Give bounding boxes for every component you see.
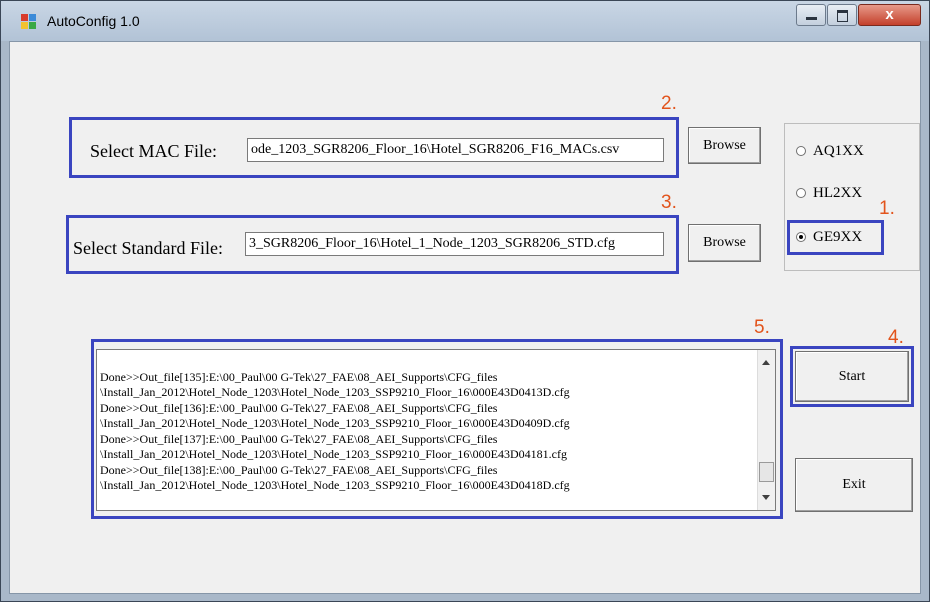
scroll-up-arrow-icon[interactable] — [762, 360, 770, 365]
minimize-button[interactable] — [796, 4, 826, 26]
radio-dot-ge9xx — [796, 232, 806, 242]
log-scrollbar[interactable] — [757, 350, 775, 510]
radio-dot-aq1xx — [796, 146, 806, 156]
log-text: Done>>Out_file[135]:E:\00_Paul\00 G-Tek\… — [100, 354, 750, 494]
scroll-thumb[interactable] — [759, 462, 774, 482]
log-line: \Install_Jan_2012\Hotel_Node_1203\Hotel_… — [100, 478, 570, 492]
window-title: AutoConfig 1.0 — [47, 13, 140, 29]
app-window: AutoConfig 1.0 x 2. Select MAC File: ode… — [0, 0, 930, 602]
radio-aq1xx[interactable]: AQ1XX — [796, 143, 864, 160]
annotation-5: 5. — [754, 317, 770, 338]
log-line: Done>>Out_file[137]:E:\00_Paul\00 G-Tek\… — [100, 431, 498, 446]
maximize-button[interactable] — [827, 4, 857, 26]
radio-dot-hl2xx — [796, 188, 806, 198]
radio-ge9xx[interactable]: GE9XX — [796, 229, 862, 246]
log-line: \Install_Jan_2012\Hotel_Node_1203\Hotel_… — [100, 447, 567, 461]
radio-hl2xx[interactable]: HL2XX — [796, 185, 862, 202]
close-button[interactable]: x — [858, 4, 921, 26]
mac-browse-button[interactable]: Browse — [688, 127, 761, 164]
mac-file-input[interactable]: ode_1203_SGR8206_Floor_16\Hotel_SGR8206_… — [247, 138, 664, 162]
standard-file-input[interactable]: 3_SGR8206_Floor_16\Hotel_1_Node_1203_SGR… — [245, 232, 664, 256]
annotation-1: 1. — [879, 198, 895, 219]
scroll-down-arrow-icon[interactable] — [762, 495, 770, 500]
start-button[interactable]: Start — [795, 351, 909, 402]
log-line: \Install_Jan_2012\Hotel_Node_1203\Hotel_… — [100, 385, 570, 399]
annotation-3: 3. — [661, 192, 677, 213]
log-line: Done>>Out_file[135]:E:\00_Paul\00 G-Tek\… — [100, 369, 498, 384]
standard-file-label: Select Standard File: — [73, 238, 223, 258]
log-line: Done>>Out_file[138]:E:\00_Paul\00 G-Tek\… — [100, 462, 498, 477]
mac-file-label: Select MAC File: — [90, 141, 217, 161]
close-icon: x — [885, 6, 894, 23]
app-icon — [21, 14, 36, 29]
log-line: Done>>Out_file[136]:E:\00_Paul\00 G-Tek\… — [100, 400, 498, 415]
annotation-2: 2. — [661, 93, 677, 114]
output-log[interactable]: Done>>Out_file[135]:E:\00_Paul\00 G-Tek\… — [96, 349, 776, 511]
title-bar[interactable]: AutoConfig 1.0 x — [1, 1, 929, 41]
standard-browse-button[interactable]: Browse — [688, 224, 761, 262]
log-line: \Install_Jan_2012\Hotel_Node_1203\Hotel_… — [100, 416, 570, 430]
exit-button[interactable]: Exit — [795, 458, 913, 512]
